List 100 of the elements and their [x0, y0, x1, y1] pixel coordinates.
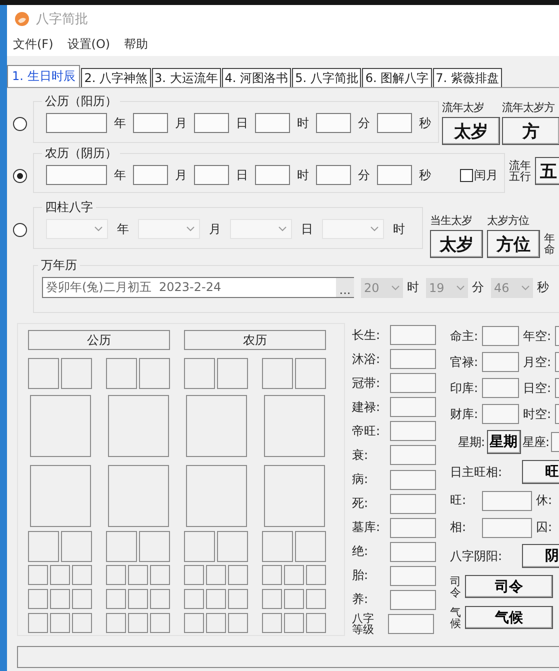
radio-button[interactable]	[13, 169, 27, 183]
unit-label: 秒	[418, 166, 432, 184]
input-field[interactable]	[316, 113, 351, 133]
input-field[interactable]	[388, 614, 434, 634]
info-button[interactable]: 星期	[486, 430, 521, 454]
info-label: 司令	[450, 576, 461, 598]
stage-label: 沐浴:	[352, 350, 382, 368]
info-label: 年空:	[523, 328, 552, 344]
info-label: 月空:	[523, 354, 552, 370]
input-field[interactable]	[390, 445, 436, 466]
radio-button[interactable]	[13, 117, 27, 131]
info-button[interactable]: 阴	[522, 544, 559, 568]
menu-item[interactable]: 设置(O)	[67, 36, 110, 52]
chart-field	[295, 531, 326, 562]
tab[interactable]: 3. 大运流年	[152, 68, 221, 87]
chart-field	[295, 358, 326, 389]
unit-label: 日	[235, 114, 249, 132]
input-field[interactable]	[390, 373, 436, 394]
input-field[interactable]	[482, 352, 520, 372]
info-label: 八字阴阳:	[450, 548, 502, 564]
tab[interactable]: 1. 生日时辰	[7, 65, 80, 87]
tab[interactable]: 5. 八字简批	[292, 68, 362, 87]
input-field[interactable]	[133, 113, 168, 133]
stage-label: 冠带:	[352, 374, 382, 392]
tab[interactable]: 7. 紫薇排盘	[432, 68, 502, 87]
chart-field	[106, 565, 126, 585]
chart-field	[30, 395, 90, 457]
input-field[interactable]	[482, 326, 520, 346]
chart-field	[184, 565, 204, 585]
chart-field	[306, 565, 326, 585]
chart-field	[61, 531, 92, 562]
tab[interactable]: 2. 八字神煞	[81, 68, 151, 87]
input-field[interactable]	[482, 378, 520, 398]
leap-month-checkbox[interactable]: 闰月	[460, 166, 498, 184]
chart-field	[72, 613, 92, 633]
stage-label: 衰:	[352, 446, 370, 464]
info-label: 星期:	[458, 434, 485, 450]
chart-field	[106, 613, 126, 633]
chart-field	[28, 358, 59, 389]
input-field[interactable]	[482, 518, 532, 538]
taisui-button[interactable]: 方位	[487, 230, 540, 258]
chevron-icon	[391, 284, 400, 290]
input-field[interactable]	[390, 566, 436, 586]
input-field[interactable]	[316, 165, 351, 185]
chart-field	[61, 358, 92, 389]
info-label: 印库:	[450, 380, 478, 396]
info-label: 日空:	[523, 380, 552, 396]
info-label: 财库:	[450, 406, 478, 422]
chart-field	[184, 613, 204, 633]
chart-field	[139, 358, 170, 389]
input-field[interactable]	[46, 113, 107, 133]
chart-field	[50, 565, 70, 585]
input-field[interactable]	[390, 590, 436, 610]
info-button[interactable]: 气候	[465, 606, 553, 629]
input-field[interactable]	[390, 421, 436, 442]
input-field[interactable]	[390, 325, 436, 346]
chart-field	[28, 613, 48, 633]
input-field[interactable]	[390, 518, 436, 538]
input-field[interactable]	[46, 165, 107, 185]
chart-field	[150, 565, 170, 585]
chart-field	[108, 395, 168, 457]
input-field[interactable]	[194, 113, 229, 133]
chart-field	[206, 589, 226, 609]
taisui-button[interactable]: 方	[502, 117, 559, 145]
input-field[interactable]	[255, 165, 290, 185]
chart-field	[139, 531, 170, 562]
stage-label: 胎:	[352, 567, 370, 584]
input-field[interactable]	[390, 397, 436, 418]
input-field[interactable]	[390, 349, 436, 370]
input-field[interactable]	[390, 470, 436, 490]
info-button[interactable]: 旺	[522, 460, 559, 484]
date-field[interactable]: 癸卯年(兔)二月初五 2023-2-24 ...	[42, 277, 354, 298]
chart-field	[106, 589, 126, 609]
chart-field	[217, 358, 248, 389]
tab[interactable]: 6. 图解八字	[362, 68, 432, 87]
chart-field	[217, 531, 248, 562]
input-field[interactable]	[255, 113, 290, 133]
input-field[interactable]	[390, 494, 436, 514]
stage-label: 病:	[352, 471, 370, 488]
group-title: 公历（阳历）	[44, 93, 118, 110]
chart-field	[284, 613, 304, 633]
input-field[interactable]	[194, 165, 229, 185]
input-field[interactable]	[133, 165, 168, 185]
menu-item[interactable]: 帮助	[124, 36, 148, 52]
tab[interactable]: 4. 河图洛书	[222, 68, 292, 87]
input-field[interactable]	[390, 542, 436, 562]
unit-label: 日	[235, 166, 249, 184]
taisui-button[interactable]: 太岁	[430, 230, 483, 258]
info-label: 日主旺相:	[450, 464, 502, 480]
chart-field	[184, 531, 215, 562]
input-field[interactable]	[377, 113, 412, 133]
input-field[interactable]	[482, 490, 532, 510]
radio-button[interactable]	[13, 223, 27, 237]
info-button[interactable]: 司令	[465, 575, 553, 598]
taisui-button[interactable]: 太岁	[442, 117, 500, 145]
info-label: 休:	[536, 492, 554, 509]
wuxing-button[interactable]: 五	[535, 157, 559, 185]
input-field[interactable]	[377, 165, 412, 185]
input-field[interactable]	[482, 404, 520, 424]
menu-item[interactable]: 文件(F)	[13, 36, 54, 52]
